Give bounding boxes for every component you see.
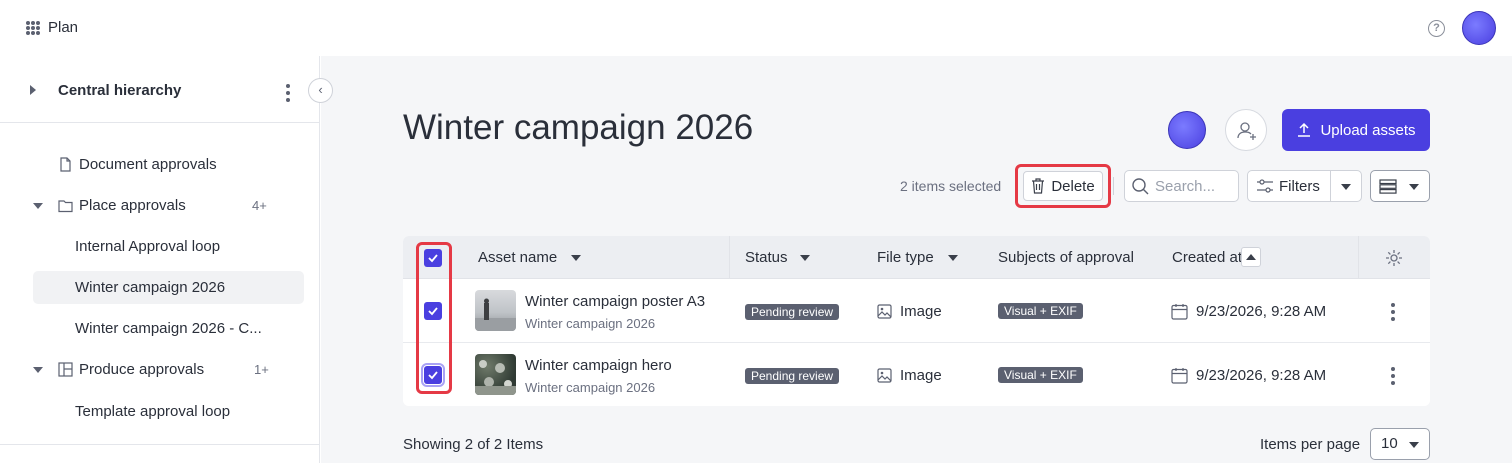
items-per-page-value: 10: [1381, 435, 1398, 452]
selection-count: 2 items selected: [900, 178, 1002, 194]
status-badge: Pending review: [745, 304, 840, 320]
sidebar: Central hierarchy Document approvals Pla…: [0, 56, 320, 463]
sort-created-at-icon[interactable]: [1241, 247, 1261, 267]
page-title: Winter campaign 2026: [403, 108, 754, 147]
filters-label: Filters: [1279, 178, 1320, 195]
created-at: 9/23/2026, 9:28 AM: [1171, 303, 1326, 320]
asset-thumbnail: [475, 354, 516, 395]
checkbox-highlight-box: [416, 242, 452, 394]
sidebar-item-document-approvals[interactable]: Document approvals: [58, 148, 217, 181]
collapse-sidebar-button[interactable]: ‹: [308, 78, 333, 103]
expand-caret-icon[interactable]: [30, 85, 36, 95]
asset-name[interactable]: Winter campaign hero: [525, 357, 672, 374]
sidebar-item-label: Produce approvals: [79, 361, 205, 378]
view-toggle-button[interactable]: [1370, 170, 1430, 202]
asset-collection: Winter campaign 2026: [525, 316, 656, 331]
row-actions-icon[interactable]: [1391, 367, 1395, 385]
app-grid-icon[interactable]: [26, 21, 40, 35]
items-per-page-dropdown-icon[interactable]: [1409, 442, 1419, 448]
sidebar-item-winter-campaign-2026-c[interactable]: Winter campaign 2026 - C...: [75, 312, 262, 345]
items-per-page-select[interactable]: 10: [1370, 428, 1430, 460]
sidebar-header: Central hierarchy: [0, 56, 320, 123]
sort-file-type-icon[interactable]: [948, 255, 958, 261]
column-header-file-type[interactable]: File type: [877, 249, 934, 266]
created-at-value: 9/23/2026, 9:28 AM: [1196, 367, 1327, 384]
toolbar-divider: [1113, 177, 1114, 195]
sidebar-item-winter-campaign-2026[interactable]: Winter campaign 2026: [75, 271, 225, 304]
item-count-badge: 1+: [254, 362, 269, 377]
layout-icon: [58, 362, 73, 377]
search-icon: [1132, 178, 1149, 195]
sidebar-item-label: Winter campaign 2026: [75, 279, 226, 296]
column-header-subjects[interactable]: Subjects of approval: [998, 249, 1134, 266]
gear-icon[interactable]: [1385, 249, 1403, 267]
sidebar-item-label: Internal Approval loop: [75, 238, 221, 255]
item-count-badge: 4+: [252, 198, 267, 213]
collapse-caret-icon[interactable]: [33, 367, 43, 373]
collapse-caret-icon[interactable]: [33, 203, 43, 209]
sidebar-item-place-approvals[interactable]: Place approvals: [33, 189, 186, 222]
search-input[interactable]: Search...: [1124, 170, 1239, 202]
help-icon[interactable]: ?: [1428, 20, 1445, 37]
sliders-icon: [1257, 179, 1273, 193]
upload-label: Upload assets: [1320, 121, 1416, 139]
upload-icon: [1298, 122, 1311, 137]
asset-collection: Winter campaign 2026: [525, 380, 656, 395]
created-at: 9/23/2026, 9:28 AM: [1171, 367, 1326, 384]
sidebar-item-label: Document approvals: [79, 156, 217, 173]
table-header: Asset name Status File type Subjects of …: [403, 236, 1430, 279]
asset-thumbnail: [475, 290, 516, 331]
top-bar: Plan ?: [0, 0, 1512, 56]
hierarchy-title: Central hierarchy: [58, 82, 182, 99]
image-icon: [877, 368, 892, 383]
sort-asset-name-icon[interactable]: [571, 255, 581, 261]
sidebar-item-label: Place approvals: [79, 197, 186, 214]
column-header-created-at[interactable]: Created at: [1172, 249, 1242, 266]
subjects-badge: Visual + EXIF: [998, 367, 1083, 383]
more-options-icon[interactable]: [286, 84, 290, 102]
file-type-label: Image: [900, 303, 942, 320]
filters-button[interactable]: Filters: [1247, 170, 1362, 202]
upload-assets-button[interactable]: Upload assets: [1282, 109, 1430, 151]
calendar-icon: [1171, 368, 1188, 384]
asset-name[interactable]: Winter campaign poster A3: [525, 293, 705, 310]
table-row[interactable]: Winter campaign poster A3 Winter campaig…: [403, 279, 1430, 343]
list-view-icon: [1379, 179, 1397, 194]
row-actions-icon[interactable]: [1391, 303, 1395, 321]
status-badge: Pending review: [745, 368, 840, 384]
document-icon: [60, 157, 71, 172]
add-user-icon: [1237, 122, 1256, 140]
sidebar-item-label: Winter campaign 2026 - C...: [75, 320, 262, 337]
add-user-button[interactable]: [1225, 109, 1267, 151]
view-dropdown-icon[interactable]: [1409, 184, 1419, 190]
column-header-asset-name[interactable]: Asset name: [478, 249, 557, 266]
search-placeholder: Search...: [1155, 177, 1216, 195]
main-content: Winter campaign 2026 Upload assets 2 ite…: [321, 56, 1512, 463]
file-type-label: Image: [900, 367, 942, 384]
table-row[interactable]: Winter campaign hero Winter campaign 202…: [403, 343, 1430, 406]
folder-icon: [58, 200, 73, 213]
filters-split: [1330, 171, 1331, 201]
sidebar-item-template-approval-loop[interactable]: Template approval loop: [75, 395, 230, 428]
sidebar-item-label: Template approval loop: [75, 403, 231, 420]
collaborator-avatar[interactable]: [1168, 111, 1206, 149]
user-avatar[interactable]: [1462, 11, 1496, 45]
column-header-status[interactable]: Status: [745, 249, 788, 266]
delete-highlight-box: [1015, 164, 1111, 208]
divider: [0, 444, 320, 445]
pagination-summary: Showing 2 of 2 Items: [403, 436, 544, 453]
items-per-page-label: Items per page: [1260, 436, 1361, 453]
image-icon: [877, 304, 892, 319]
filters-dropdown-icon[interactable]: [1341, 184, 1351, 190]
sidebar-item-produce-approvals[interactable]: Produce approvals: [33, 353, 205, 386]
assets-table: Asset name Status File type Subjects of …: [403, 236, 1430, 406]
sort-status-icon[interactable]: [800, 255, 810, 261]
app-title: Plan: [48, 19, 79, 36]
calendar-icon: [1171, 304, 1188, 320]
file-type: Image: [877, 367, 942, 384]
file-type: Image: [877, 303, 942, 320]
sidebar-item-internal-approval-loop[interactable]: Internal Approval loop: [75, 230, 220, 263]
created-at-value: 9/23/2026, 9:28 AM: [1196, 303, 1327, 320]
subjects-badge: Visual + EXIF: [998, 303, 1083, 319]
